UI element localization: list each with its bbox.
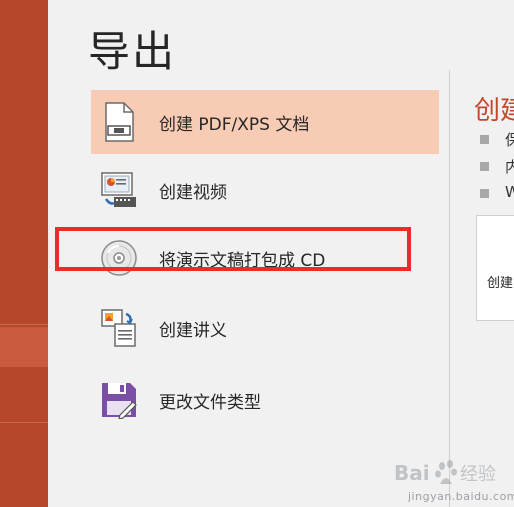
pdf-document-icon: [99, 102, 139, 142]
handouts-icon: [99, 308, 139, 348]
option-label: 创建 PDF/XPS 文档: [159, 114, 310, 135]
option-label: 创建讲义: [159, 320, 227, 341]
bullet-marker: [480, 135, 489, 144]
annotation-highlight-box: [55, 227, 411, 271]
option-create-video[interactable]: 创建视频: [91, 158, 439, 222]
bullet-marker: [480, 162, 489, 171]
pane-divider: [449, 70, 450, 507]
option-create-pdf-xps[interactable]: 创建 PDF/XPS 文档: [91, 90, 439, 154]
bullet-text: W: [505, 183, 514, 201]
watermark-url: jingyan.baidu.com: [408, 490, 514, 503]
bullet-text: 保: [505, 131, 514, 149]
svg-text:Bai: Bai: [394, 461, 430, 485]
sidebar-divider: [0, 422, 48, 423]
svg-text:经验: 经验: [460, 464, 496, 485]
baidu-jingyan-watermark: Bai 经验: [392, 454, 512, 494]
option-label: 更改文件类型: [159, 392, 261, 413]
sidebar-divider: [0, 324, 48, 325]
bullet-marker: [480, 189, 489, 198]
option-change-file-type[interactable]: 更改文件类型: [91, 368, 439, 432]
option-create-handouts[interactable]: 创建讲义: [91, 296, 439, 360]
page-title: 导出: [88, 27, 177, 76]
create-pdf-action-button[interactable]: [476, 215, 514, 321]
video-icon: [99, 170, 139, 210]
sidebar-item-export[interactable]: [0, 327, 48, 367]
option-label: 创建视频: [159, 182, 227, 203]
save-disk-icon: [99, 380, 139, 420]
backstage-sidebar: [0, 0, 48, 507]
action-button-label: 创建: [487, 276, 514, 291]
detail-title: 创建: [474, 96, 514, 126]
bullet-text: 内: [505, 158, 514, 176]
